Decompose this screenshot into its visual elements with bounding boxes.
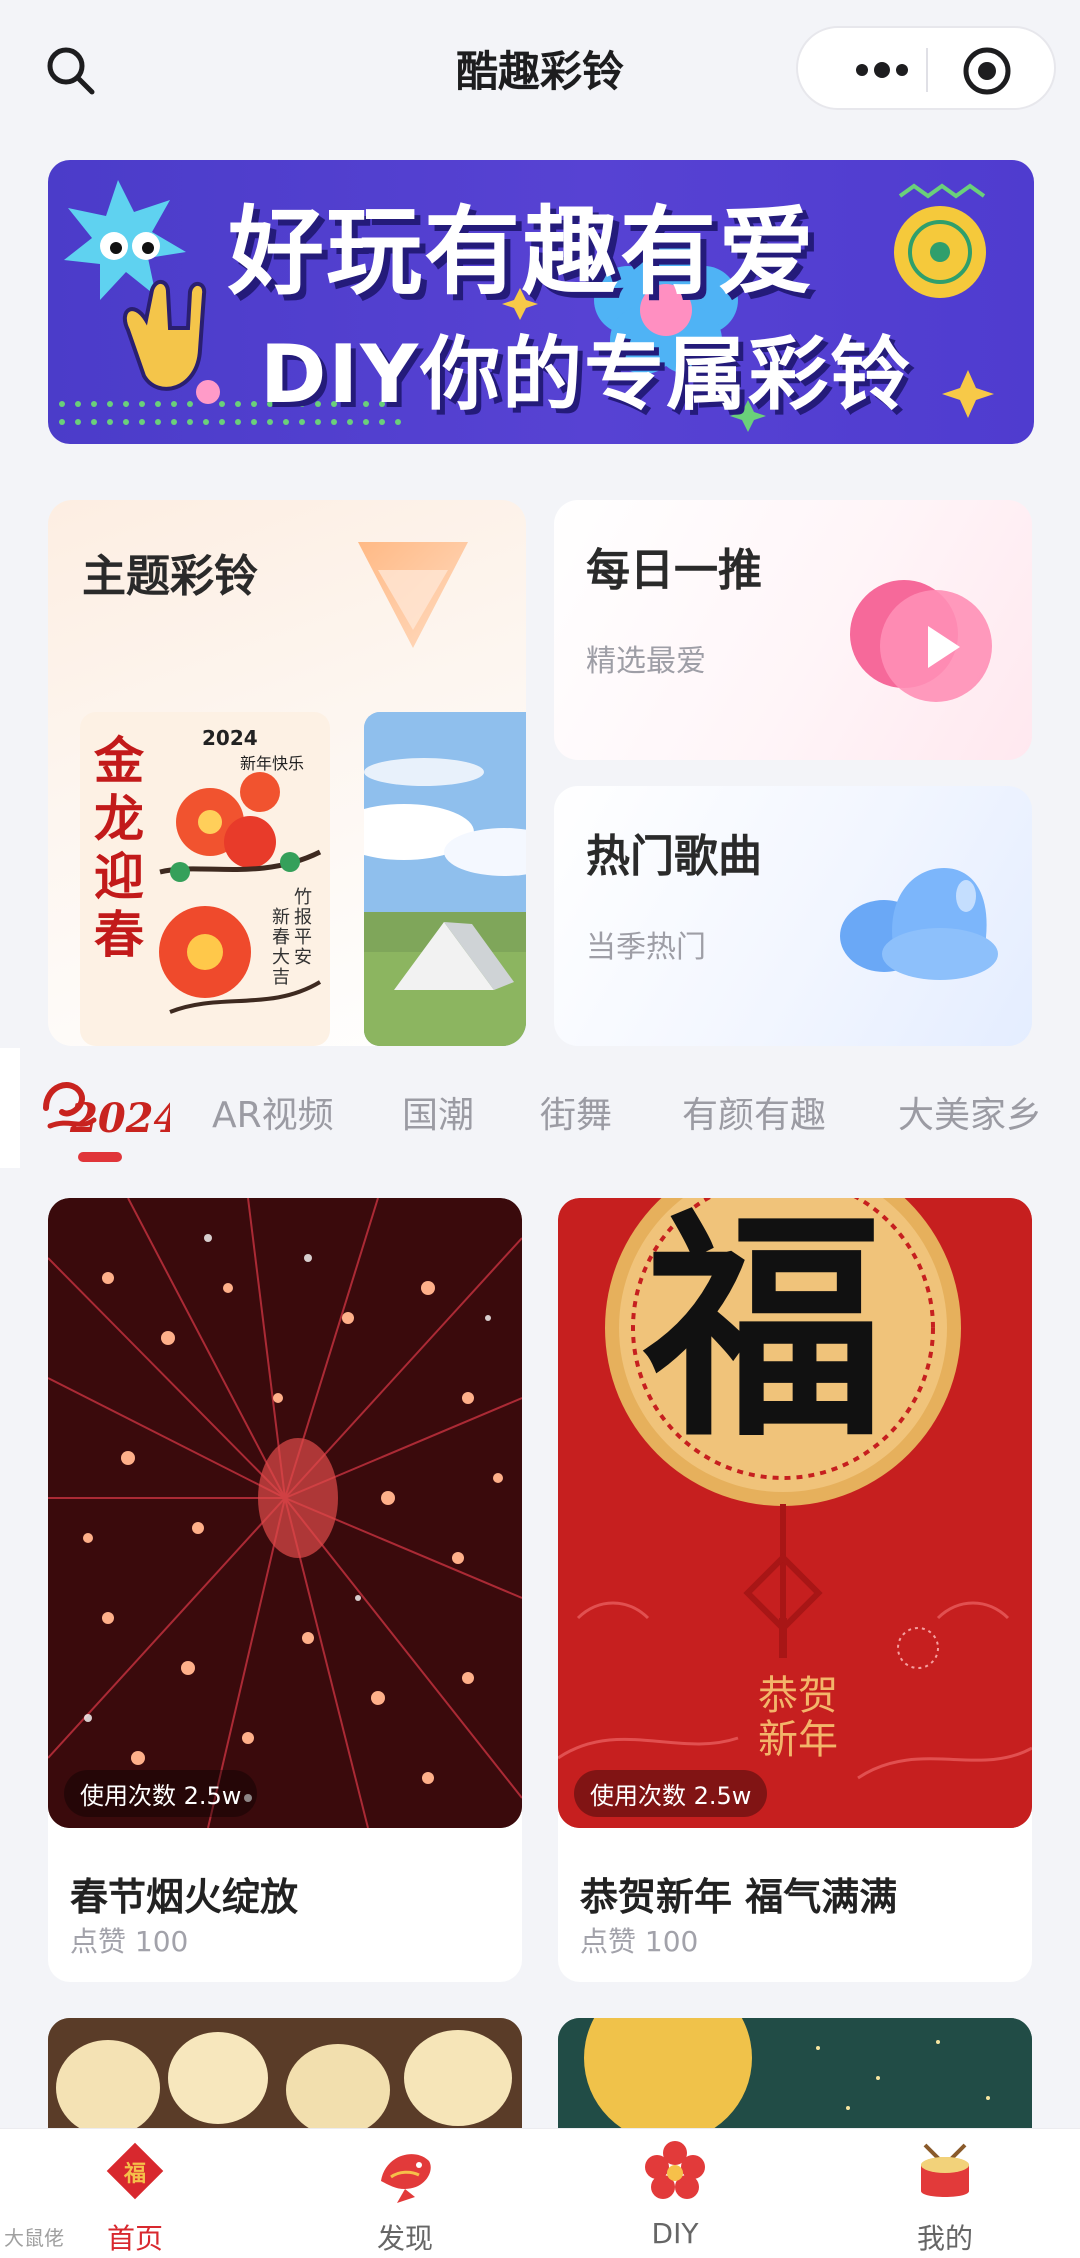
hot-songs-title: 热门歌曲 (586, 831, 762, 882)
profile-drum-icon (921, 2143, 969, 2197)
diy-flower-icon (645, 2141, 705, 2199)
content-card-fireworks[interactable]: 使用次数 2.5w 春节烟火绽放 点赞 100 (48, 1198, 522, 1982)
promo-banner[interactable]: 好玩有趣有爱 DIY你的专属彩铃 (48, 160, 1034, 444)
nav-discover-label: 发现 (376, 2222, 433, 2255)
heading-char: 迎 (94, 848, 144, 906)
tab-street-dance[interactable]: 街舞 (540, 1086, 612, 1138)
discover-koi-icon (381, 2154, 431, 2203)
home-fu-icon: 福 (106, 2142, 164, 2200)
fu-caption-line: 恭贺 (758, 1673, 838, 1719)
heading-char: 金 (94, 732, 144, 790)
usage-count-badge: 使用次数 2.5w (64, 1770, 258, 1817)
heading-char: 龙 (94, 790, 144, 848)
bottom-nav: 福 首页 发现 DIY 我的 (0, 2128, 1080, 2258)
usage-count-badge: 使用次数 2.5w (574, 1770, 768, 1817)
theme-ringtone-title: 主题彩铃 (82, 551, 258, 602)
theme-ringtone-card[interactable]: 主题彩铃 金 龙 迎 春 2024 新年快乐 竹报平安 新春大吉 (48, 500, 526, 1046)
daily-pick-subtitle: 精选最爱 (586, 644, 706, 679)
capsule-divider (926, 48, 928, 92)
fireworks-image: 使用次数 2.5w (48, 1198, 522, 1828)
hot-songs-subtitle: 当季热门 (586, 930, 706, 965)
fireworks-art (48, 1198, 522, 1828)
tab-ar-video[interactable]: AR视频 (212, 1086, 334, 1138)
fu-character: 福 (644, 1198, 885, 1469)
tab-logo-text: 2024 (69, 1095, 170, 1142)
lanterns-art (48, 2018, 522, 2128)
camping-scene-art (364, 712, 526, 1046)
active-tab-indicator (78, 1152, 122, 1162)
theme-thumb-camping[interactable] (364, 712, 526, 1046)
fu-caption: 恭贺 新年 (758, 1674, 838, 1762)
banner-headline: 好玩有趣有爱 (228, 196, 816, 308)
fu-image: 福 恭贺 新年 使用次数 2.5w (558, 1198, 1032, 1828)
nav-profile[interactable]: 我的 (810, 2129, 1080, 2258)
fu-caption-line: 新年 (758, 1717, 838, 1763)
tab-guochao[interactable]: 国潮 (402, 1086, 474, 1138)
nav-discover[interactable]: 发现 (270, 2129, 540, 2258)
tab-pretty-fun[interactable]: 有颜有趣 (682, 1086, 826, 1138)
record-target-icon[interactable] (962, 46, 1012, 96)
content-card-new-year-fu[interactable]: 福 恭贺 新年 使用次数 2.5w 恭贺新年 福气满满 点赞 100 (558, 1198, 1032, 1982)
tab-hometown[interactable]: 大美家乡 (898, 1086, 1042, 1138)
nav-diy-label: DIY (651, 2217, 699, 2250)
content-likes: 点赞 100 (580, 1925, 699, 1958)
svg-text:福: 福 (123, 2162, 146, 2187)
content-likes: 点赞 100 (70, 1925, 189, 1958)
dragon-logo-icon: 2024 (43, 1082, 181, 1142)
play-icon (850, 580, 992, 702)
content-title: 恭贺新年 福气满满 (580, 1875, 898, 1919)
theme-thumb-dragon-spring[interactable]: 金 龙 迎 春 2024 新年快乐 竹报平安 新春大吉 (80, 712, 330, 1046)
thumb-blessing-2: 新春大吉 (272, 907, 290, 988)
content-card-lanterns-peek[interactable] (48, 2018, 522, 2128)
hot-songs-card[interactable]: 热门歌曲 当季热门 (554, 786, 1032, 1046)
more-dots-icon[interactable] (828, 42, 938, 98)
bell-cloud-icon (840, 868, 998, 980)
content-title: 春节烟火绽放 (70, 1875, 299, 1919)
heading-char: 春 (94, 906, 144, 964)
theme-funnel-icon (358, 542, 468, 648)
nav-profile-label: 我的 (916, 2222, 973, 2255)
thumb-tag: 新年快乐 (240, 754, 305, 773)
thumb-dragon-heading: 金 龙 迎 春 (94, 732, 154, 964)
mini-program-capsule (796, 26, 1056, 110)
moon-art (558, 2018, 1032, 2128)
category-tabs: 2024 AR视频 国潮 街舞 有颜有趣 大美家乡 (0, 1048, 1080, 1168)
content-card-moon-peek[interactable] (558, 2018, 1032, 2128)
banner-subheadline: DIY你的专属彩铃 (260, 328, 913, 421)
thumb-blessing-1: 竹报平安 (294, 887, 312, 968)
watermark: 大鼠佬 (4, 2226, 64, 2250)
thumb-year: 2024 (202, 726, 258, 750)
daily-pick-card[interactable]: 每日一推 精选最爱 (554, 500, 1032, 760)
daily-pick-title: 每日一推 (586, 545, 762, 596)
nav-diy[interactable]: DIY (540, 2129, 810, 2258)
tab-dragon-2024[interactable]: 2024 (40, 1068, 181, 1148)
header: 酷趣彩铃 (0, 0, 1080, 140)
